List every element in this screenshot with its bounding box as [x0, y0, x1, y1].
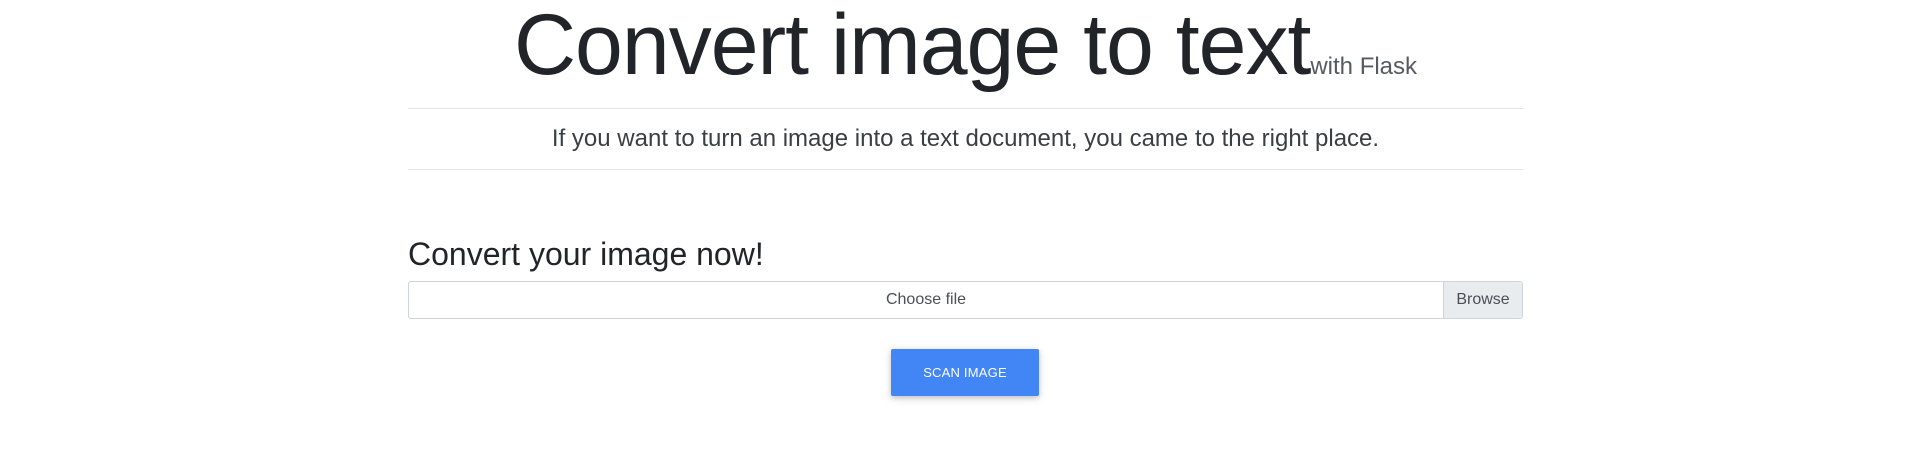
lead-text: If you want to turn an image into a text…	[551, 125, 1380, 152]
browse-button[interactable]: Browse	[1443, 282, 1522, 318]
file-input[interactable]: Choose file Browse	[408, 281, 1523, 319]
divider-top	[408, 108, 1523, 109]
jumbotron: Convert image to textwith Flask	[408, 0, 1523, 108]
page-title-main: Convert image to text	[513, 0, 1311, 93]
scan-image-button[interactable]: SCAN IMAGE	[891, 349, 1039, 396]
page-title-subtitle: with Flask	[1310, 53, 1418, 80]
page: Convert image to textwith Flask If you w…	[0, 0, 1920, 462]
upload-heading: Convert your image now!	[408, 236, 764, 272]
page-title: Convert image to textwith Flask	[408, 2, 1523, 88]
file-input-label[interactable]: Choose file	[409, 282, 1443, 318]
divider-bottom	[408, 169, 1523, 170]
